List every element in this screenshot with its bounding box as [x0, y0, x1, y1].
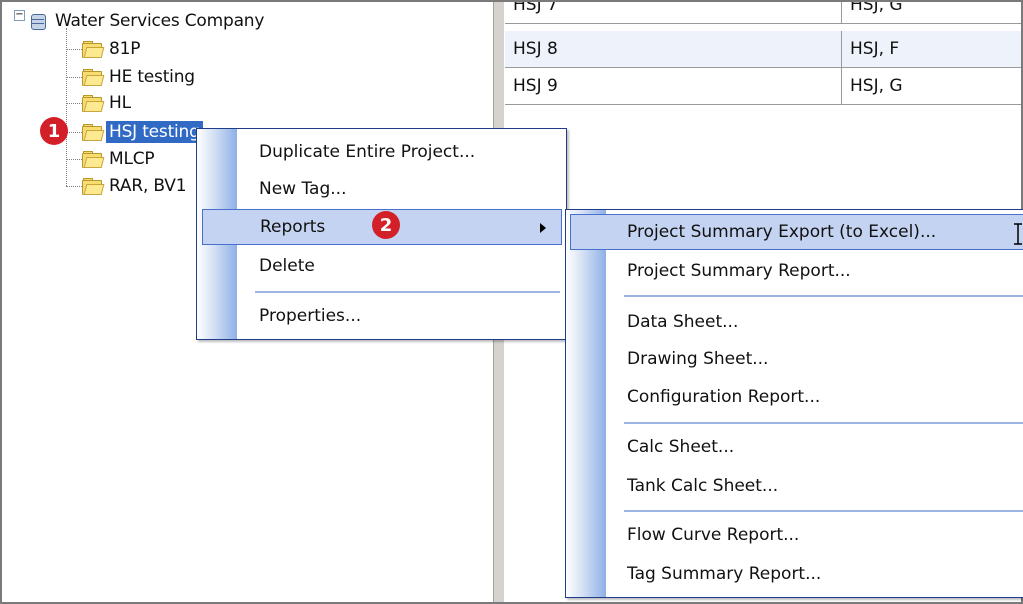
- menu-item-label: Flow Curve Report...: [627, 525, 800, 545]
- submenu-item-tank-calc-sheet[interactable]: Tank Calc Sheet...: [566, 468, 1023, 504]
- reports-submenu: Project Summary Export (to Excel)... Pro…: [565, 209, 1023, 598]
- tree-item-hsj-testing[interactable]: HSJ testing: [80, 119, 203, 145]
- tree-root[interactable]: Water Services Company: [30, 8, 267, 34]
- tree-item-81p[interactable]: 81P: [80, 36, 143, 62]
- menu-item-label: New Tag...: [259, 179, 347, 199]
- menu-item-label: Calc Sheet...: [627, 437, 735, 457]
- tree-item-label-selected: HSJ testing: [106, 121, 203, 143]
- menu-item-label: Tag Summary Report...: [627, 564, 822, 584]
- folder-icon: [80, 123, 105, 141]
- database-icon: [30, 12, 46, 30]
- submenu-arrow-icon: [540, 223, 546, 233]
- menu-item-label: Duplicate Entire Project...: [259, 142, 476, 162]
- submenu-item-configuration-report[interactable]: Configuration Report...: [566, 379, 1023, 415]
- tree-root-label: Water Services Company: [55, 11, 265, 31]
- menu-item-label: Project Summary Export (to Excel)...: [627, 222, 937, 242]
- tree-connector-line: [66, 28, 67, 186]
- menu-item-properties[interactable]: Properties...: [197, 298, 566, 334]
- tree-item-label: HE testing: [109, 67, 195, 87]
- submenu-item-project-summary-report[interactable]: Project Summary Report...: [566, 253, 1023, 289]
- tree-item-label: MLCP: [109, 149, 155, 169]
- folder-icon: [80, 40, 105, 58]
- menu-item-label: Project Summary Report...: [627, 261, 851, 281]
- menu-item-delete[interactable]: Delete: [197, 248, 566, 284]
- menu-item-label: Properties...: [259, 306, 362, 326]
- folder-icon: [80, 68, 105, 86]
- tree-item-he-testing[interactable]: HE testing: [80, 64, 198, 90]
- tree-item-hl[interactable]: HL: [80, 90, 134, 116]
- submenu-item-drawing-sheet[interactable]: Drawing Sheet...: [566, 341, 1023, 377]
- table-cell[interactable]: HSJ 8: [505, 31, 842, 68]
- menu-item-new-tag[interactable]: New Tag...: [197, 171, 566, 207]
- submenu-item-tag-summary-report[interactable]: Tag Summary Report...: [566, 556, 1023, 592]
- tree-item-label: HL: [109, 93, 131, 113]
- step-badge-2: 2: [372, 211, 400, 239]
- menu-item-label: Configuration Report...: [627, 387, 821, 407]
- text-cursor-icon: [1014, 223, 1022, 245]
- menu-separator: [624, 510, 1023, 512]
- tree-item-label: 81P: [109, 39, 141, 59]
- submenu-item-calc-sheet[interactable]: Calc Sheet...: [566, 429, 1023, 465]
- menu-item-label: Data Sheet...: [627, 312, 739, 332]
- tree-item-rar-bv1[interactable]: RAR, BV1: [80, 173, 189, 199]
- menu-item-label: Drawing Sheet...: [627, 349, 769, 369]
- collapse-toggle-icon[interactable]: −: [14, 10, 25, 21]
- menu-separator: [624, 295, 1023, 297]
- submenu-item-flow-curve-report[interactable]: Flow Curve Report...: [566, 517, 1023, 553]
- menu-item-label: Reports: [260, 217, 326, 237]
- folder-icon: [80, 150, 105, 168]
- submenu-item-data-sheet[interactable]: Data Sheet...: [566, 304, 1023, 340]
- menu-item-label: Delete: [259, 256, 315, 276]
- table-cell[interactable]: HSJ, F: [842, 31, 1021, 68]
- step-badge-1: 1: [40, 117, 68, 145]
- menu-item-label: Tank Calc Sheet...: [627, 476, 779, 496]
- table-cell[interactable]: HSJ, G: [842, 2, 1021, 24]
- table-cell[interactable]: HSJ 9: [505, 68, 842, 105]
- tree-item-mlcp[interactable]: MLCP: [80, 146, 157, 172]
- folder-icon: [80, 177, 105, 195]
- submenu-item-project-summary-export[interactable]: Project Summary Export (to Excel)...: [570, 214, 1023, 250]
- table-cell[interactable]: HSJ, G: [842, 68, 1021, 105]
- menu-item-duplicate-project[interactable]: Duplicate Entire Project...: [197, 134, 566, 170]
- folder-icon: [80, 94, 105, 112]
- menu-separator: [624, 422, 1023, 424]
- menu-separator: [255, 291, 560, 293]
- table-cell[interactable]: HSJ 7: [505, 2, 842, 24]
- tree-item-label: RAR, BV1: [109, 176, 187, 196]
